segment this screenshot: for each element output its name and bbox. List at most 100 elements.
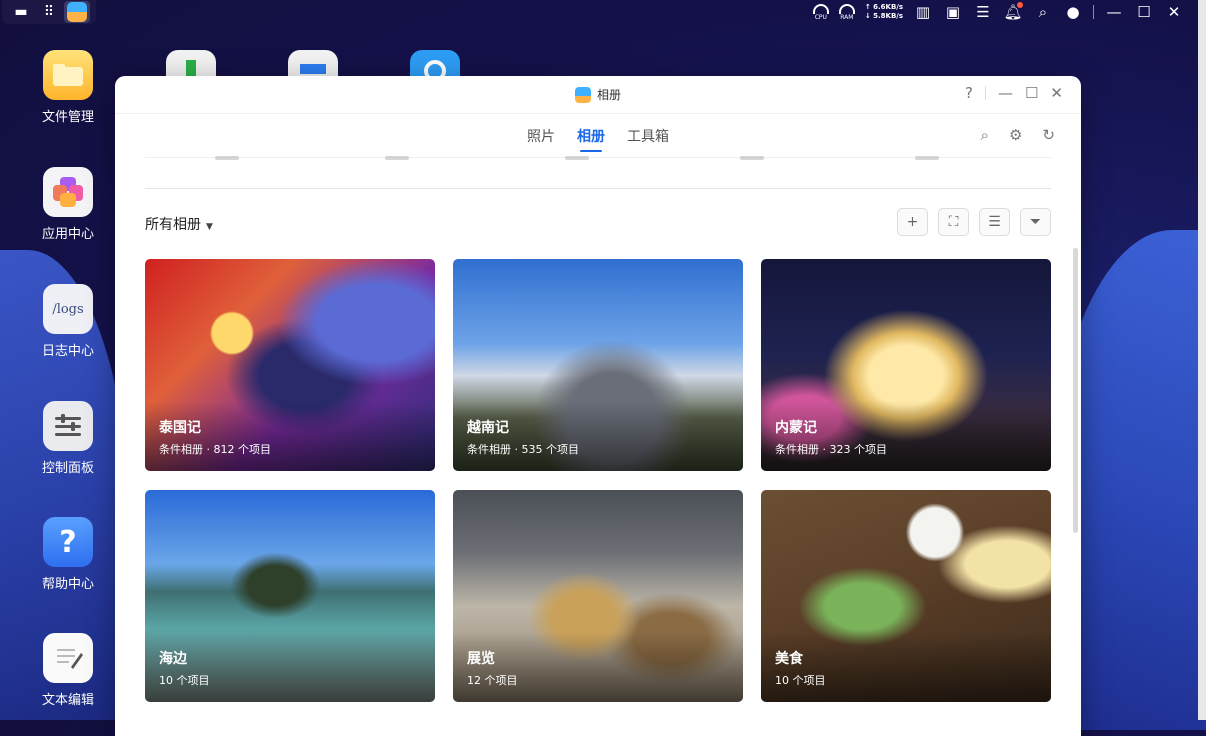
filter-button[interactable]: ⏷ [1020,208,1051,236]
desktop-icon-label: 文本编辑 [41,693,94,708]
plus-icon: + [906,214,919,230]
photos-app-icon [574,86,591,103]
app-center-icon [43,167,93,217]
cpu-gauge-icon [812,3,829,14]
user-icon[interactable]: ● [1063,3,1083,21]
help-icon: ? [43,517,93,567]
taskbar-left-group: ▬ ⠿ [2,0,96,24]
face-scan-button[interactable]: ⛶ [938,208,969,236]
album-card[interactable]: 展览 12 个项目 [453,490,743,702]
desktop-icon-label: 控制面板 [41,461,94,476]
taskbar-photos-app[interactable] [64,1,90,23]
help-button[interactable]: ? [965,84,973,102]
desktop-icon-text-editor[interactable]: 文本编辑 [30,633,106,708]
logs-icon: /logs [43,284,93,334]
album-name: 内蒙记 [775,420,817,436]
album-toolbar: + ⛶ ☰ ⏷ [897,208,1051,236]
search-icon[interactable]: ⌕ [981,126,989,144]
album-meta: 条件相册 · 323 个项目 [775,443,887,456]
desktop-icon-file-manager[interactable]: 文件管理 [30,50,106,125]
card-overlay [453,632,743,702]
desktop-icon-control-panel[interactable]: 控制面板 [30,401,106,476]
taskbar-right-group: CPU RAM ↑ 6.6KB/s ↓ 5.8KB/s ▥ ▣ ☰ 🔔︎ ⌕ ●… [812,0,1184,24]
album-filter-dropdown[interactable]: 所有相册 ▼ [145,214,213,234]
album-grid: 泰国记 条件相册 · 812 个项目 越南记 条件相册 · 535 个项目 内蒙… [145,259,1051,702]
notification-dot [1017,2,1023,8]
network-speed[interactable]: ↑ 6.6KB/s ↓ 5.8KB/s [865,3,903,21]
widgets-icon[interactable]: ▥ [913,3,933,21]
tab-photos[interactable]: 照片 [527,126,555,152]
window-title: 相册 [115,86,1081,103]
album-name: 越南记 [467,420,509,436]
search-icon[interactable]: ⌕ [1033,3,1053,21]
photos-app-icon [67,2,87,22]
albums-header: 所有相册 ▼ + ⛶ ☰ ⏷ [145,208,1051,238]
refresh-icon[interactable]: ↻ [1042,126,1055,144]
text-editor-icon [43,633,93,683]
album-card[interactable]: 美食 10 个项目 [761,490,1051,702]
album-card[interactable]: 越南记 条件相册 · 535 个项目 [453,259,743,471]
ram-label: RAM [840,13,854,21]
photos-window: 相册 ? — ☐ ✕ 照片 相册 工具箱 ⌕ ⚙ ↻ 所有相册 ▼ + ⛶ ☰ … [115,76,1081,736]
nav-actions: ⌕ ⚙ ↻ [981,126,1055,144]
cut-off-label [385,156,409,160]
minimize-button[interactable]: — [998,84,1013,102]
storage-icon[interactable]: ☰ [973,3,993,21]
close-icon[interactable]: ✕ [1164,3,1184,21]
caret-down-icon: ▼ [206,222,213,232]
desktop-icon-app-center[interactable]: 应用中心 [30,167,106,242]
cpu-meter[interactable]: CPU [812,3,829,21]
cpu-label: CPU [814,13,827,21]
album-card[interactable]: 海边 10 个项目 [145,490,435,702]
cut-off-label [215,156,239,160]
minimize-all-icon[interactable]: — [1104,3,1124,21]
background-window-edge [1198,0,1206,720]
window-titlebar[interactable]: 相册 ? — ☐ ✕ [115,76,1081,114]
cut-off-label [915,156,939,160]
maximize-icon[interactable]: ☐ [1134,3,1154,21]
cut-off-label [565,156,589,160]
album-filter-label: 所有相册 [145,217,201,233]
desktop-icon-help-center[interactable]: ? 帮助中心 [30,517,106,592]
monitor-icon[interactable]: ▣ [943,3,963,21]
scan-icon: ⛶ [948,214,959,230]
upload-speed: ↑ 6.6KB/s [864,3,903,11]
desktop-icon-label: 帮助中心 [41,577,94,592]
close-button[interactable]: ✕ [1050,84,1063,102]
card-overlay [145,632,435,702]
app-grid-icon[interactable]: ⠿ [36,1,62,23]
control-panel-icon [43,401,93,451]
card-overlay [761,632,1051,702]
folder-icon [43,50,93,100]
show-desktop-icon[interactable]: ▬ [8,1,34,23]
desktop-icon-label: 应用中心 [41,227,94,242]
maximize-button[interactable]: ☐ [1025,84,1038,102]
album-meta: 10 个项目 [775,674,826,687]
tab-albums[interactable]: 相册 [577,126,605,152]
notification-bell-icon[interactable]: 🔔︎ [1003,2,1023,21]
album-card[interactable]: 泰国记 条件相册 · 812 个项目 [145,259,435,471]
window-controls-divider [984,86,986,100]
docker-icon [300,64,326,74]
add-album-button[interactable]: + [897,208,928,236]
scrolled-category-row [145,156,1051,189]
window-title-text: 相册 [596,88,621,102]
sort-button[interactable]: ☰ [979,208,1010,236]
album-name: 展览 [467,651,495,667]
tab-toolbox[interactable]: 工具箱 [627,126,669,152]
album-meta: 条件相册 · 535 个项目 [467,443,579,456]
ram-meter[interactable]: RAM [838,3,855,21]
desktop-icon-label: 文件管理 [41,110,94,125]
desktop-icon-log-center[interactable]: /logs 日志中心 [30,284,106,359]
filter-icon: ⏷ [1029,214,1042,230]
scrollbar[interactable] [1073,248,1078,533]
cut-off-label [740,156,764,160]
main-nav: 照片 相册 工具箱 ⌕ ⚙ ↻ [115,114,1081,158]
album-meta: 条件相册 · 812 个项目 [159,443,271,456]
settings-gear-icon[interactable]: ⚙ [1009,126,1022,144]
album-card[interactable]: 内蒙记 条件相册 · 323 个项目 [761,259,1051,471]
tab-bar: 照片 相册 工具箱 [115,126,1081,152]
download-speed: ↓ 5.8KB/s [864,12,903,20]
sort-icon: ☰ [988,214,1001,230]
album-name: 海边 [159,651,187,667]
